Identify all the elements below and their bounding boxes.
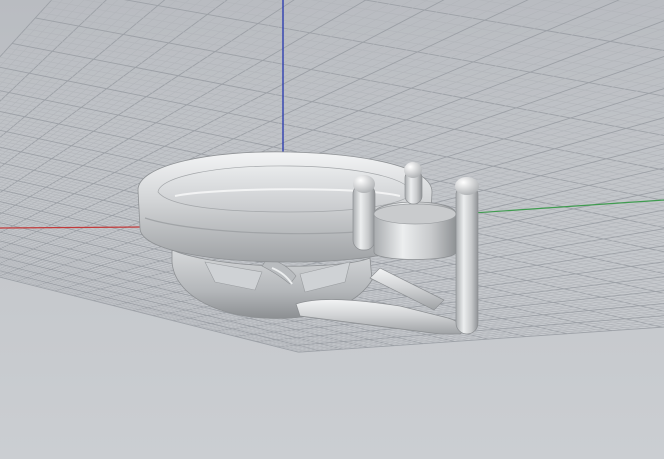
prong-back-tip: [404, 162, 422, 178]
prong-right[interactable]: [455, 183, 479, 335]
prong-left[interactable]: [352, 183, 376, 251]
prong-right-tip: [455, 177, 479, 195]
setting-cup-top: [373, 203, 457, 225]
prong-left-tip: [353, 175, 375, 193]
perspective-viewport[interactable]: [0, 0, 664, 459]
viewport-canvas[interactable]: [0, 0, 664, 459]
